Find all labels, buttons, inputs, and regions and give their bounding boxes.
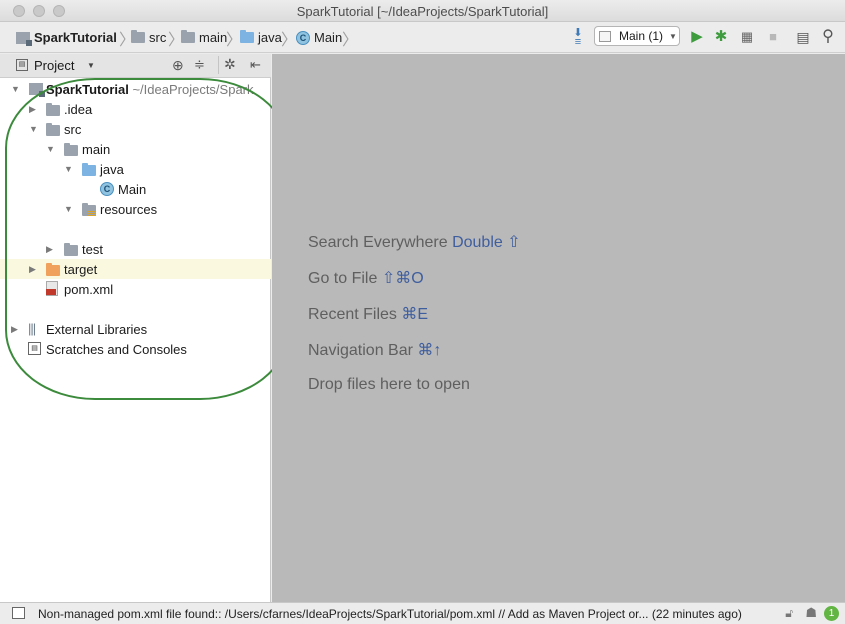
- hint-search-everywhere: Search Everywhere Double ⇧: [308, 234, 521, 251]
- folder-icon: [46, 103, 60, 116]
- chevron-down-icon[interactable]: ▼: [29, 124, 38, 134]
- tree-item-resources[interactable]: ▼ resources: [0, 199, 271, 219]
- folder-icon: [131, 30, 145, 43]
- search-icon[interactable]: ⚲: [819, 28, 837, 46]
- lock-icon[interactable]: 🔓︎: [785, 606, 793, 621]
- chevron-right-icon[interactable]: ▶: [29, 264, 36, 275]
- run-with-coverage-icon[interactable]: ▦: [738, 28, 756, 46]
- tree-item-external-libraries[interactable]: ▶ ||| External Libraries: [0, 319, 271, 339]
- locate-file-icon[interactable]: ⊕: [172, 57, 184, 74]
- tree-item-java[interactable]: ▼ java: [0, 159, 271, 179]
- breadcrumb-main[interactable]: main: [181, 30, 227, 45]
- chevron-right-icon[interactable]: ▶: [46, 244, 53, 255]
- chevron-down-icon[interactable]: ▼: [46, 144, 55, 154]
- status-message[interactable]: Non-managed pom.xml file found:: /Users/…: [38, 607, 742, 621]
- hint-navigation-bar: Navigation Bar ⌘↑: [308, 342, 442, 359]
- chevron-down-icon[interactable]: ▼: [11, 84, 20, 94]
- tree-item-scratches[interactable]: ▤ Scratches and Consoles: [0, 339, 271, 359]
- tree-item-target[interactable]: ▶ target: [0, 259, 271, 279]
- breadcrumb-java[interactable]: java: [240, 30, 282, 45]
- navigation-bar: SparkTutorial 〉 src 〉 main 〉 java 〉 C Ma…: [0, 22, 845, 53]
- project-view-select[interactable]: Project: [34, 58, 74, 73]
- breadcrumb-src[interactable]: src: [131, 30, 166, 45]
- project-structure-icon[interactable]: ▤: [794, 28, 812, 46]
- project-toolwindow-header: ▤ Project ▼ ⊕ ≑ ✲ ⇤: [0, 54, 271, 78]
- chevron-down-icon: ▼: [669, 31, 677, 41]
- resources-marker-icon: [88, 211, 96, 217]
- chevron-right-icon[interactable]: ▶: [29, 104, 36, 115]
- stop-icon[interactable]: ■: [764, 28, 782, 46]
- breadcrumb-project[interactable]: SparkTutorial: [16, 30, 117, 46]
- collapse-all-icon[interactable]: ≑: [194, 57, 205, 73]
- status-bar: Non-managed pom.xml file found:: /Users/…: [0, 602, 845, 624]
- tree-item-idea[interactable]: ▶ .idea: [0, 99, 271, 119]
- tree-item-test[interactable]: ▶ test: [0, 239, 271, 259]
- source-folder-icon: [82, 163, 96, 176]
- chevron-down-icon[interactable]: ▼: [64, 164, 73, 174]
- project-view-icon: ▤: [16, 59, 28, 71]
- tree-item-main[interactable]: ▼ main: [0, 139, 271, 159]
- source-folder-icon: [240, 30, 254, 43]
- title-bar: SparkTutorial [~/IdeaProjects/SparkTutor…: [0, 0, 845, 22]
- chevron-down-icon[interactable]: ▼: [64, 204, 73, 214]
- toolbar-divider: [218, 56, 219, 74]
- toggle-tool-windows-icon[interactable]: [12, 607, 25, 619]
- hint-go-to-file: Go to File ⇧⌘O: [308, 270, 424, 287]
- folder-icon: [64, 243, 78, 256]
- project-tree: ▼ SparkTutorial ~/IdeaProjects/Spark ▶ .…: [0, 78, 271, 602]
- module-icon: [16, 31, 32, 46]
- library-icon: |||: [28, 321, 36, 336]
- folder-icon: [64, 143, 78, 156]
- breadcrumb-separator: 〉: [342, 32, 359, 49]
- debug-icon[interactable]: ✱: [712, 28, 730, 46]
- build-project-icon[interactable]: ⬇ ≡: [569, 28, 587, 48]
- inspector-icon[interactable]: ☗: [805, 605, 817, 621]
- scratches-icon: ▤: [28, 342, 41, 355]
- tree-item-src[interactable]: ▼ src: [0, 119, 271, 139]
- breadcrumb-separator: 〉: [281, 32, 298, 49]
- run-icon[interactable]: ▶: [688, 28, 706, 46]
- tree-item-pom[interactable]: pom.xml: [0, 279, 271, 299]
- module-icon: [29, 83, 45, 97]
- breadcrumb-main-class[interactable]: C Main: [296, 30, 342, 45]
- folder-icon: [181, 30, 195, 43]
- java-class-icon: C: [100, 182, 114, 196]
- chevron-down-icon[interactable]: ▼: [87, 61, 95, 70]
- chevron-right-icon[interactable]: ▶: [11, 324, 18, 335]
- hint-recent-files: Recent Files ⌘E: [308, 306, 429, 323]
- gear-icon[interactable]: ✲: [224, 56, 236, 73]
- maven-file-icon: [46, 281, 58, 296]
- run-config-icon: [599, 30, 611, 42]
- tree-item-root[interactable]: ▼ SparkTutorial ~/IdeaProjects/Spark: [0, 79, 271, 99]
- tree-item-main-class[interactable]: C Main: [0, 179, 271, 199]
- folder-icon: [46, 123, 60, 136]
- run-configuration-select[interactable]: Main (1) ▼: [594, 26, 680, 46]
- window-title: SparkTutorial [~/IdeaProjects/SparkTutor…: [296, 4, 549, 19]
- editor-empty-state[interactable]: Search Everywhere Double ⇧ Go to File ⇧⌘…: [272, 54, 845, 602]
- hint-drop-files: Drop files here to open: [308, 376, 470, 393]
- event-log-badge[interactable]: 1: [824, 606, 839, 621]
- java-class-icon: C: [296, 30, 310, 45]
- hide-panel-icon[interactable]: ⇤: [250, 57, 261, 73]
- excluded-folder-icon: [46, 263, 60, 276]
- ide-window: SparkTutorial [~/IdeaProjects/SparkTutor…: [0, 0, 845, 624]
